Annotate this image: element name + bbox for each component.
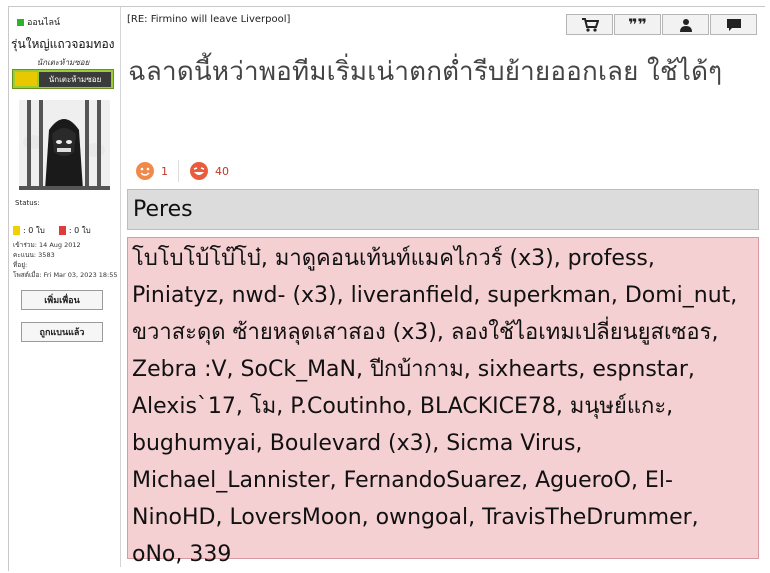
quote-icon: ❞❞ xyxy=(628,14,647,34)
user-meta: เข้าร่วม: 14 Aug 2012 คะแนน: 3583 ที่อยู… xyxy=(13,240,118,280)
cart-button[interactable] xyxy=(566,14,613,35)
reaction-like[interactable]: 1 xyxy=(135,161,168,181)
reactor-list-box: โบโบโบ้โบ๊โบ๋, มาดูคอนเท้นท์แมคไกวร์ (x3… xyxy=(127,237,759,567)
message-button[interactable] xyxy=(710,14,757,35)
laugh-face-icon xyxy=(190,162,208,180)
reaction-bar: 1 40 xyxy=(135,160,229,182)
yellow-card-text: : 0 ใบ xyxy=(23,226,45,235)
award-emblem-icon xyxy=(15,72,37,86)
cart-icon xyxy=(581,17,599,32)
banned-button[interactable]: ถูกแบนแล้ว xyxy=(21,322,103,342)
online-indicator-icon xyxy=(17,18,24,26)
reactor-header-box: Peres xyxy=(127,189,759,230)
post-content: [RE: Firmino will leave Liverpool] ❞❞ ฉล… xyxy=(121,7,765,567)
red-card-count: : 0 ใบ xyxy=(58,224,91,237)
red-card-text: : 0 ใบ xyxy=(68,226,91,235)
avatar[interactable] xyxy=(19,100,110,190)
message-icon xyxy=(726,18,741,31)
online-label: ออนไลน์ xyxy=(27,18,61,28)
reaction-laugh[interactable]: 40 xyxy=(189,161,229,181)
reaction-divider xyxy=(178,160,179,182)
add-friend-button[interactable]: เพิ่มเพื่อน xyxy=(21,290,103,310)
post-toolbar: ❞❞ xyxy=(566,14,758,35)
reaction-laugh-count: 40 xyxy=(215,164,229,178)
user-points: คะแนน: 3583 xyxy=(13,251,55,259)
like-face-icon xyxy=(136,162,154,180)
joined-date: เข้าร่วม: 14 Aug 2012 xyxy=(13,241,81,249)
profile-button[interactable] xyxy=(662,14,709,35)
red-card-icon xyxy=(58,226,66,235)
award-label: นักเตะห้ามซอย xyxy=(39,71,111,87)
user-icon xyxy=(679,18,692,32)
yellow-card-icon xyxy=(13,226,20,235)
post-title: [RE: Firmino will leave Liverpool] xyxy=(127,14,291,25)
online-status: ออนไลน์ xyxy=(17,15,60,29)
status-label: Status: xyxy=(15,199,40,207)
reaction-like-count: 1 xyxy=(161,164,168,178)
post-message: ฉลาดนี้หว่าพอทีมเริ่มเน่าตกต่ำรีบย้ายออก… xyxy=(128,57,723,87)
user-subrank: นักเตะห้ามซอย xyxy=(36,58,90,67)
last-post-date: โพสต์เมื่อ: Fri Mar 03, 2023 18:55 xyxy=(13,271,118,279)
card-counts: : 0 ใบ : 0 ใบ xyxy=(13,224,91,237)
user-profile-sidebar: ออนไลน์ รุ่นใหญ่แถวจอมทอง นักเตะห้ามซอย … xyxy=(9,7,121,567)
user-rank: รุ่นใหญ่แถวจอมทอง xyxy=(11,37,115,51)
yellow-card-count: : 0 ใบ xyxy=(13,224,45,237)
post-frame: ออนไลน์ รุ่นใหญ่แถวจอมทอง นักเตะห้ามซอย … xyxy=(8,6,765,571)
award-badge: นักเตะห้ามซอย xyxy=(12,69,114,89)
quote-button[interactable]: ❞❞ xyxy=(614,14,661,35)
user-location: ที่อยู่: xyxy=(13,261,28,269)
